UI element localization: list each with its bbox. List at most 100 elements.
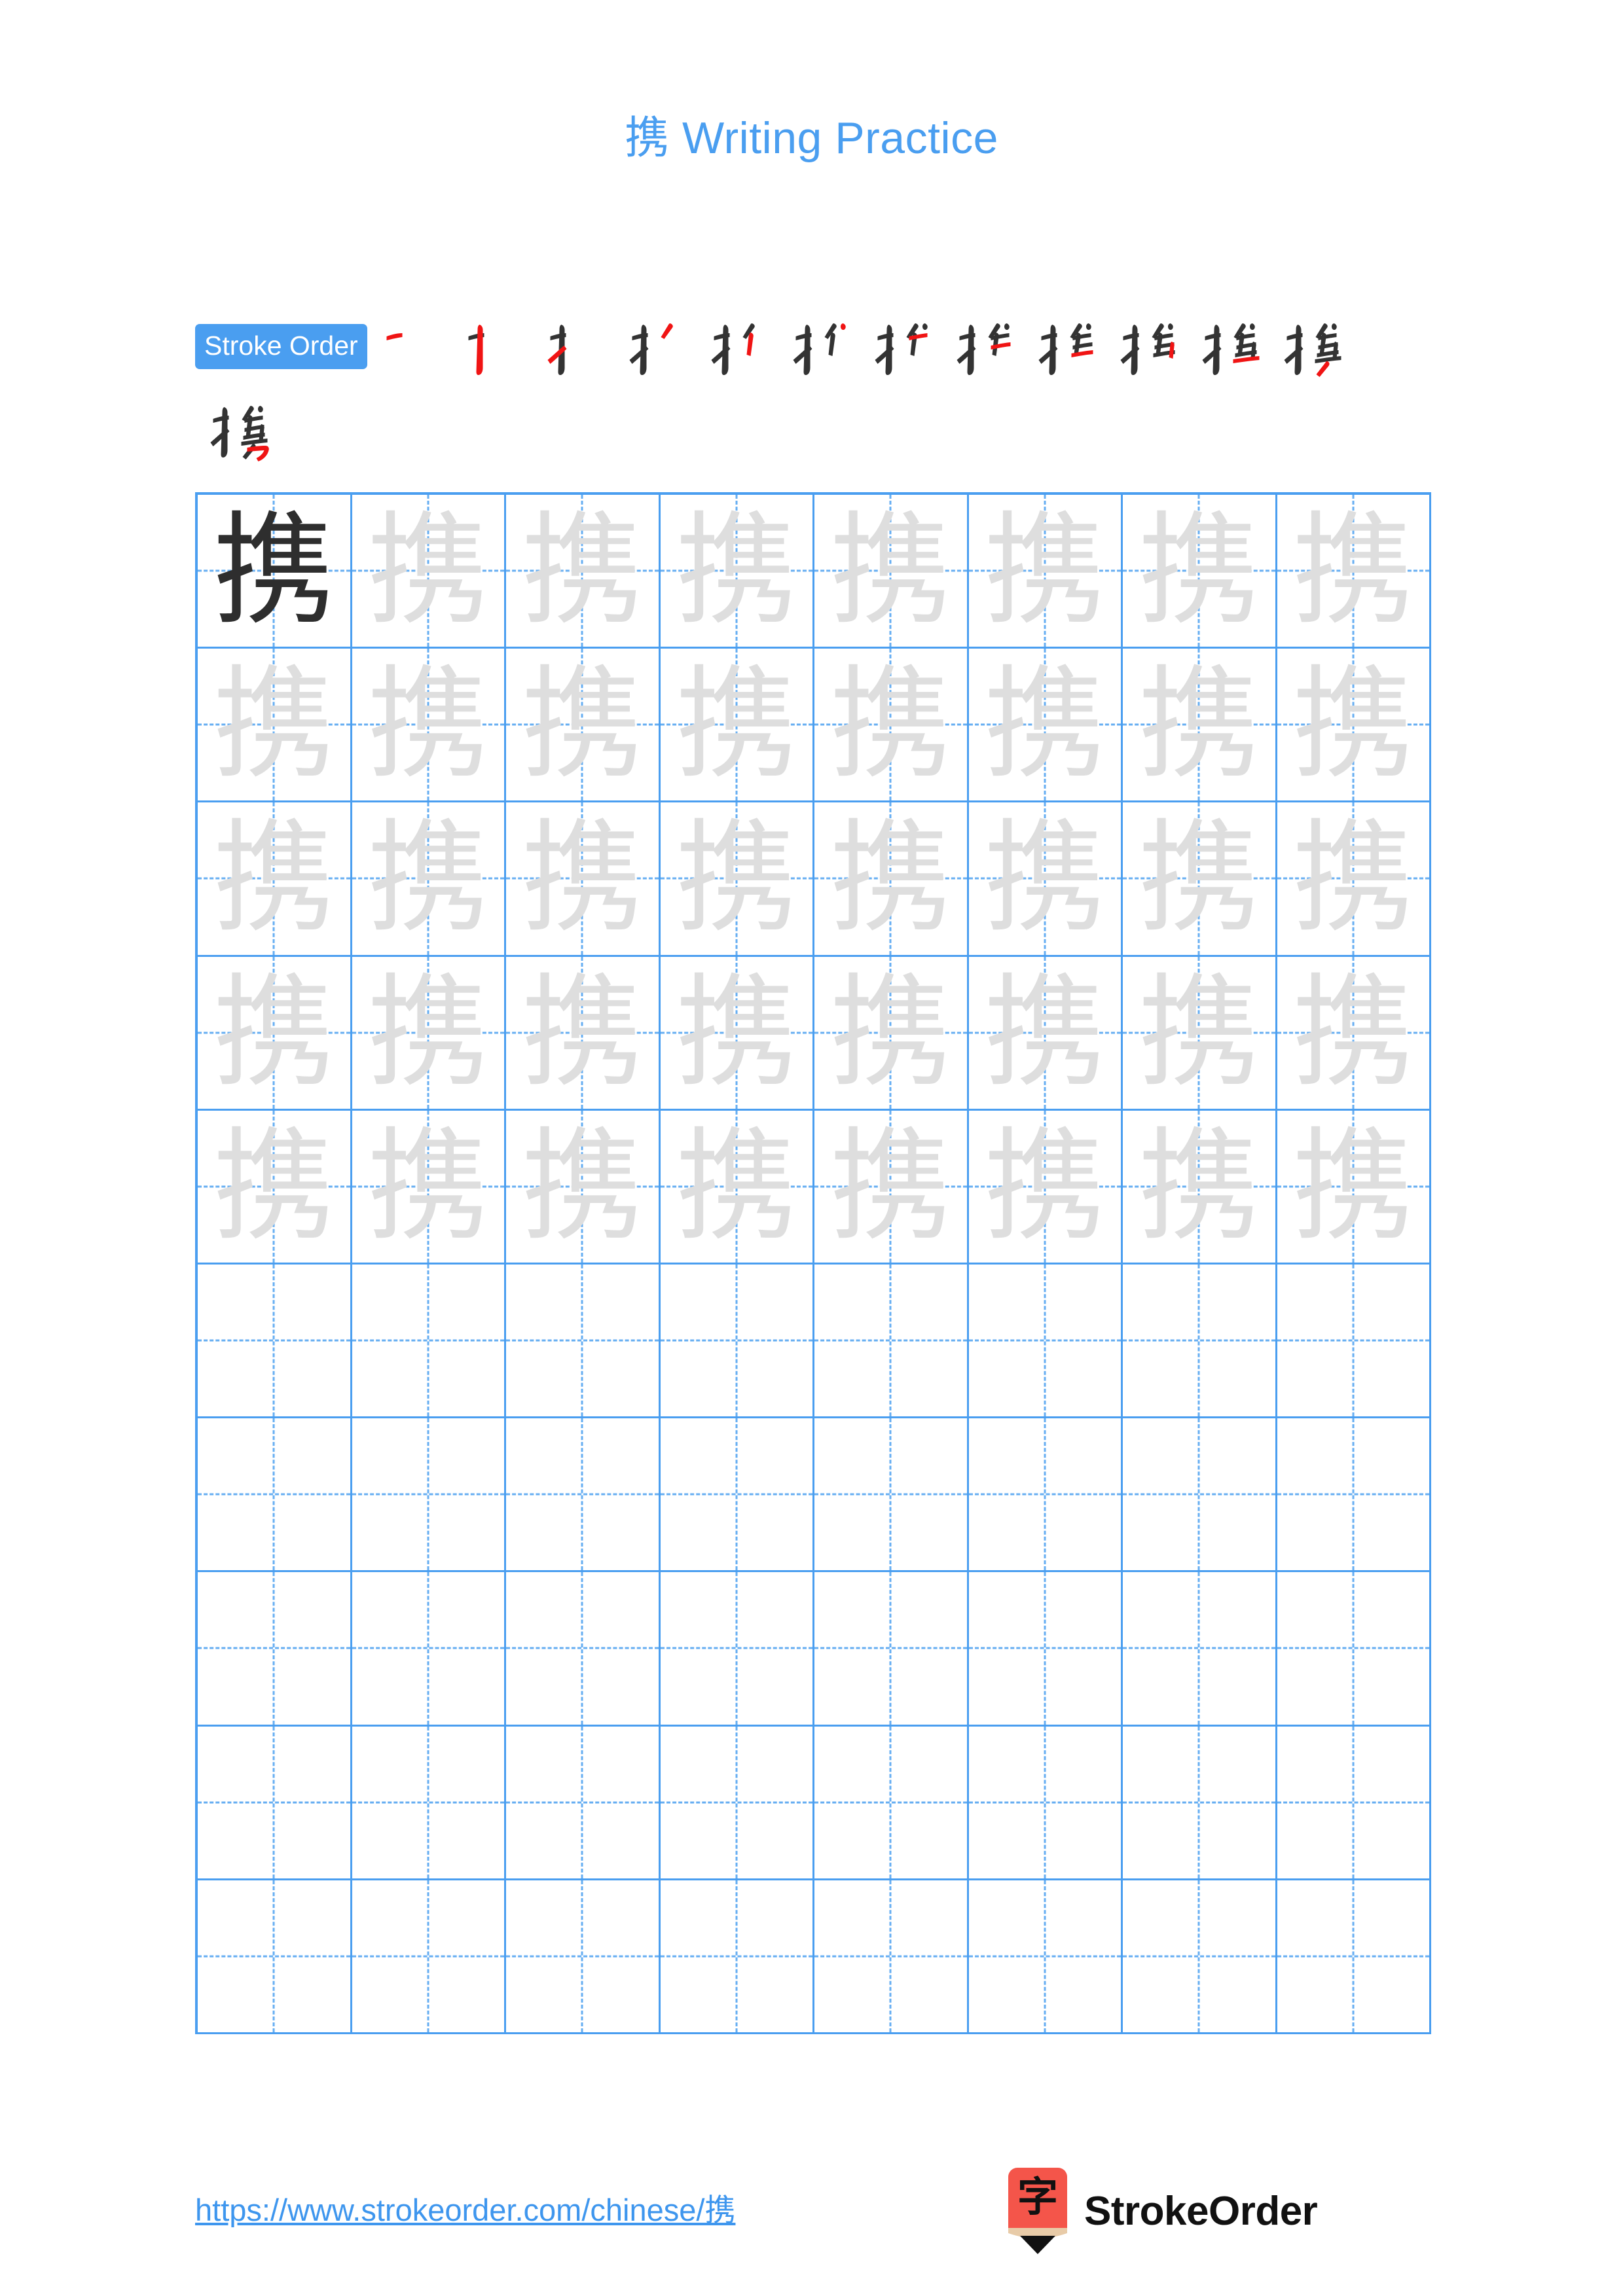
practice-cell-r9-c1[interactable] bbox=[198, 1726, 352, 1880]
practice-cell-r4-c6[interactable]: 携 bbox=[968, 956, 1123, 1111]
practice-cell-r9-c5[interactable] bbox=[814, 1726, 969, 1880]
practice-cell-r1-c2[interactable]: 携 bbox=[352, 495, 506, 649]
practice-cell-r8-c2[interactable] bbox=[352, 1572, 506, 1727]
practice-cell-r3-c5[interactable]: 携 bbox=[814, 802, 969, 957]
practice-cell-r5-c2[interactable]: 携 bbox=[352, 1110, 506, 1265]
stroke-step-6 bbox=[782, 308, 864, 385]
stroke-step-7 bbox=[864, 308, 945, 385]
practice-cell-r8-c4[interactable] bbox=[660, 1572, 814, 1727]
source-url-link[interactable]: https://www.strokeorder.com/chinese/携 bbox=[195, 2185, 735, 2230]
practice-cell-character: 携 bbox=[1138, 499, 1260, 642]
practice-cell-r7-c5[interactable] bbox=[814, 1418, 969, 1573]
practice-cell-r7-c6[interactable] bbox=[968, 1418, 1123, 1573]
practice-cell-empty bbox=[661, 1418, 813, 1570]
practice-cell-r2-c1[interactable]: 携 bbox=[198, 649, 352, 803]
practice-cell-r8-c6[interactable] bbox=[968, 1572, 1123, 1727]
practice-cell-character: 携 bbox=[830, 1115, 952, 1257]
practice-cell-empty bbox=[352, 1727, 505, 1878]
practice-cell-r6-c3[interactable] bbox=[506, 1264, 661, 1419]
practice-cell-r8-c8[interactable] bbox=[1277, 1572, 1431, 1727]
stroke-order-section: Stroke Order bbox=[195, 308, 1432, 467]
practice-cell-r7-c7[interactable] bbox=[1123, 1418, 1277, 1573]
practice-cell-r7-c8[interactable] bbox=[1277, 1418, 1431, 1573]
practice-cell-r6-c8[interactable] bbox=[1277, 1264, 1431, 1419]
practice-cell-r7-c3[interactable] bbox=[506, 1418, 661, 1573]
practice-cell-r3-c6[interactable]: 携 bbox=[968, 802, 1123, 957]
practice-cell-r8-c5[interactable] bbox=[814, 1572, 969, 1727]
practice-cell-r6-c5[interactable] bbox=[814, 1264, 969, 1419]
practice-cell-r3-c1[interactable]: 携 bbox=[198, 802, 352, 957]
practice-cell-r4-c3[interactable]: 携 bbox=[506, 956, 661, 1111]
practice-cell-r6-c7[interactable] bbox=[1123, 1264, 1277, 1419]
practice-cell-r3-c8[interactable]: 携 bbox=[1277, 802, 1431, 957]
practice-cell-r4-c5[interactable]: 携 bbox=[814, 956, 969, 1111]
practice-cell-r1-c5[interactable]: 携 bbox=[814, 495, 969, 649]
practice-cell-r8-c1[interactable] bbox=[198, 1572, 352, 1727]
practice-cell-empty bbox=[352, 1572, 505, 1724]
stroke-step-8 bbox=[945, 308, 1027, 385]
practice-cell-r5-c6[interactable]: 携 bbox=[968, 1110, 1123, 1265]
practice-cell-r1-c8[interactable]: 携 bbox=[1277, 495, 1431, 649]
practice-cell-r4-c8[interactable]: 携 bbox=[1277, 956, 1431, 1111]
practice-cell-r7-c2[interactable] bbox=[352, 1418, 506, 1573]
practice-cell-r9-c6[interactable] bbox=[968, 1726, 1123, 1880]
practice-cell-r7-c4[interactable] bbox=[660, 1418, 814, 1573]
practice-cell-r2-c5[interactable]: 携 bbox=[814, 649, 969, 803]
practice-cell-r5-c1[interactable]: 携 bbox=[198, 1110, 352, 1265]
practice-cell-r1-c4[interactable]: 携 bbox=[660, 495, 814, 649]
practice-cell-r4-c2[interactable]: 携 bbox=[352, 956, 506, 1111]
practice-cell-r6-c2[interactable] bbox=[352, 1264, 506, 1419]
practice-cell-r2-c6[interactable]: 携 bbox=[968, 649, 1123, 803]
practice-cell-r9-c8[interactable] bbox=[1277, 1726, 1431, 1880]
practice-cell-r10-c2[interactable] bbox=[352, 1880, 506, 2034]
practice-cell-r5-c7[interactable]: 携 bbox=[1123, 1110, 1277, 1265]
practice-cell-r3-c7[interactable]: 携 bbox=[1123, 802, 1277, 957]
practice-cell-r2-c7[interactable]: 携 bbox=[1123, 649, 1277, 803]
practice-cell-character: 携 bbox=[213, 499, 335, 642]
practice-cell-r8-c7[interactable] bbox=[1123, 1572, 1277, 1727]
practice-cell-r1-c3[interactable]: 携 bbox=[506, 495, 661, 649]
practice-cell-empty bbox=[814, 1265, 967, 1416]
practice-cell-empty bbox=[661, 1880, 813, 2032]
practice-cell-r5-c3[interactable]: 携 bbox=[506, 1110, 661, 1265]
practice-cell-r4-c7[interactable]: 携 bbox=[1123, 956, 1277, 1111]
practice-cell-empty bbox=[969, 1572, 1122, 1724]
practice-cell-r5-c8[interactable]: 携 bbox=[1277, 1110, 1431, 1265]
practice-cell-r6-c4[interactable] bbox=[660, 1264, 814, 1419]
practice-cell-r9-c7[interactable] bbox=[1123, 1726, 1277, 1880]
practice-cell-r4-c1[interactable]: 携 bbox=[198, 956, 352, 1111]
practice-cell-r10-c1[interactable] bbox=[198, 1880, 352, 2034]
practice-cell-r9-c4[interactable] bbox=[660, 1726, 814, 1880]
practice-cell-r2-c3[interactable]: 携 bbox=[506, 649, 661, 803]
practice-cell-r7-c1[interactable] bbox=[198, 1418, 352, 1573]
practice-cell-character: 携 bbox=[1138, 653, 1260, 796]
practice-cell-r3-c3[interactable]: 携 bbox=[506, 802, 661, 957]
practice-cell-r10-c3[interactable] bbox=[506, 1880, 661, 2034]
footer: https://www.strokeorder.com/chinese/携 字 … bbox=[0, 2168, 1623, 2258]
practice-cell-r5-c4[interactable]: 携 bbox=[660, 1110, 814, 1265]
practice-cell-r1-c7[interactable]: 携 bbox=[1123, 495, 1277, 649]
practice-cell-empty bbox=[1123, 1727, 1275, 1878]
practice-grid: 携携携携携携携携携携携携携携携携携携携携携携携携携携携携携携携携携携携携携携携携 bbox=[195, 492, 1431, 2034]
practice-cell-r10-c4[interactable] bbox=[660, 1880, 814, 2034]
practice-cell-r6-c1[interactable] bbox=[198, 1264, 352, 1419]
practice-cell-r9-c3[interactable] bbox=[506, 1726, 661, 1880]
practice-cell-r3-c2[interactable]: 携 bbox=[352, 802, 506, 957]
practice-cell-r10-c5[interactable] bbox=[814, 1880, 969, 2034]
practice-cell-r10-c7[interactable] bbox=[1123, 1880, 1277, 2034]
practice-cell-r1-c1[interactable]: 携 bbox=[198, 495, 352, 649]
practice-cell-r4-c4[interactable]: 携 bbox=[660, 956, 814, 1111]
practice-cell-r3-c4[interactable]: 携 bbox=[660, 802, 814, 957]
practice-cell-empty bbox=[1277, 1727, 1430, 1878]
practice-cell-r1-c6[interactable]: 携 bbox=[968, 495, 1123, 649]
practice-cell-r2-c2[interactable]: 携 bbox=[352, 649, 506, 803]
practice-cell-r8-c3[interactable] bbox=[506, 1572, 661, 1727]
practice-cell-r5-c5[interactable]: 携 bbox=[814, 1110, 969, 1265]
practice-cell-r10-c8[interactable] bbox=[1277, 1880, 1431, 2034]
practice-cell-r10-c6[interactable] bbox=[968, 1880, 1123, 2034]
stroke-step-2 bbox=[454, 308, 536, 385]
practice-cell-r6-c6[interactable] bbox=[968, 1264, 1123, 1419]
practice-cell-r2-c8[interactable]: 携 bbox=[1277, 649, 1431, 803]
practice-cell-r2-c4[interactable]: 携 bbox=[660, 649, 814, 803]
practice-cell-r9-c2[interactable] bbox=[352, 1726, 506, 1880]
